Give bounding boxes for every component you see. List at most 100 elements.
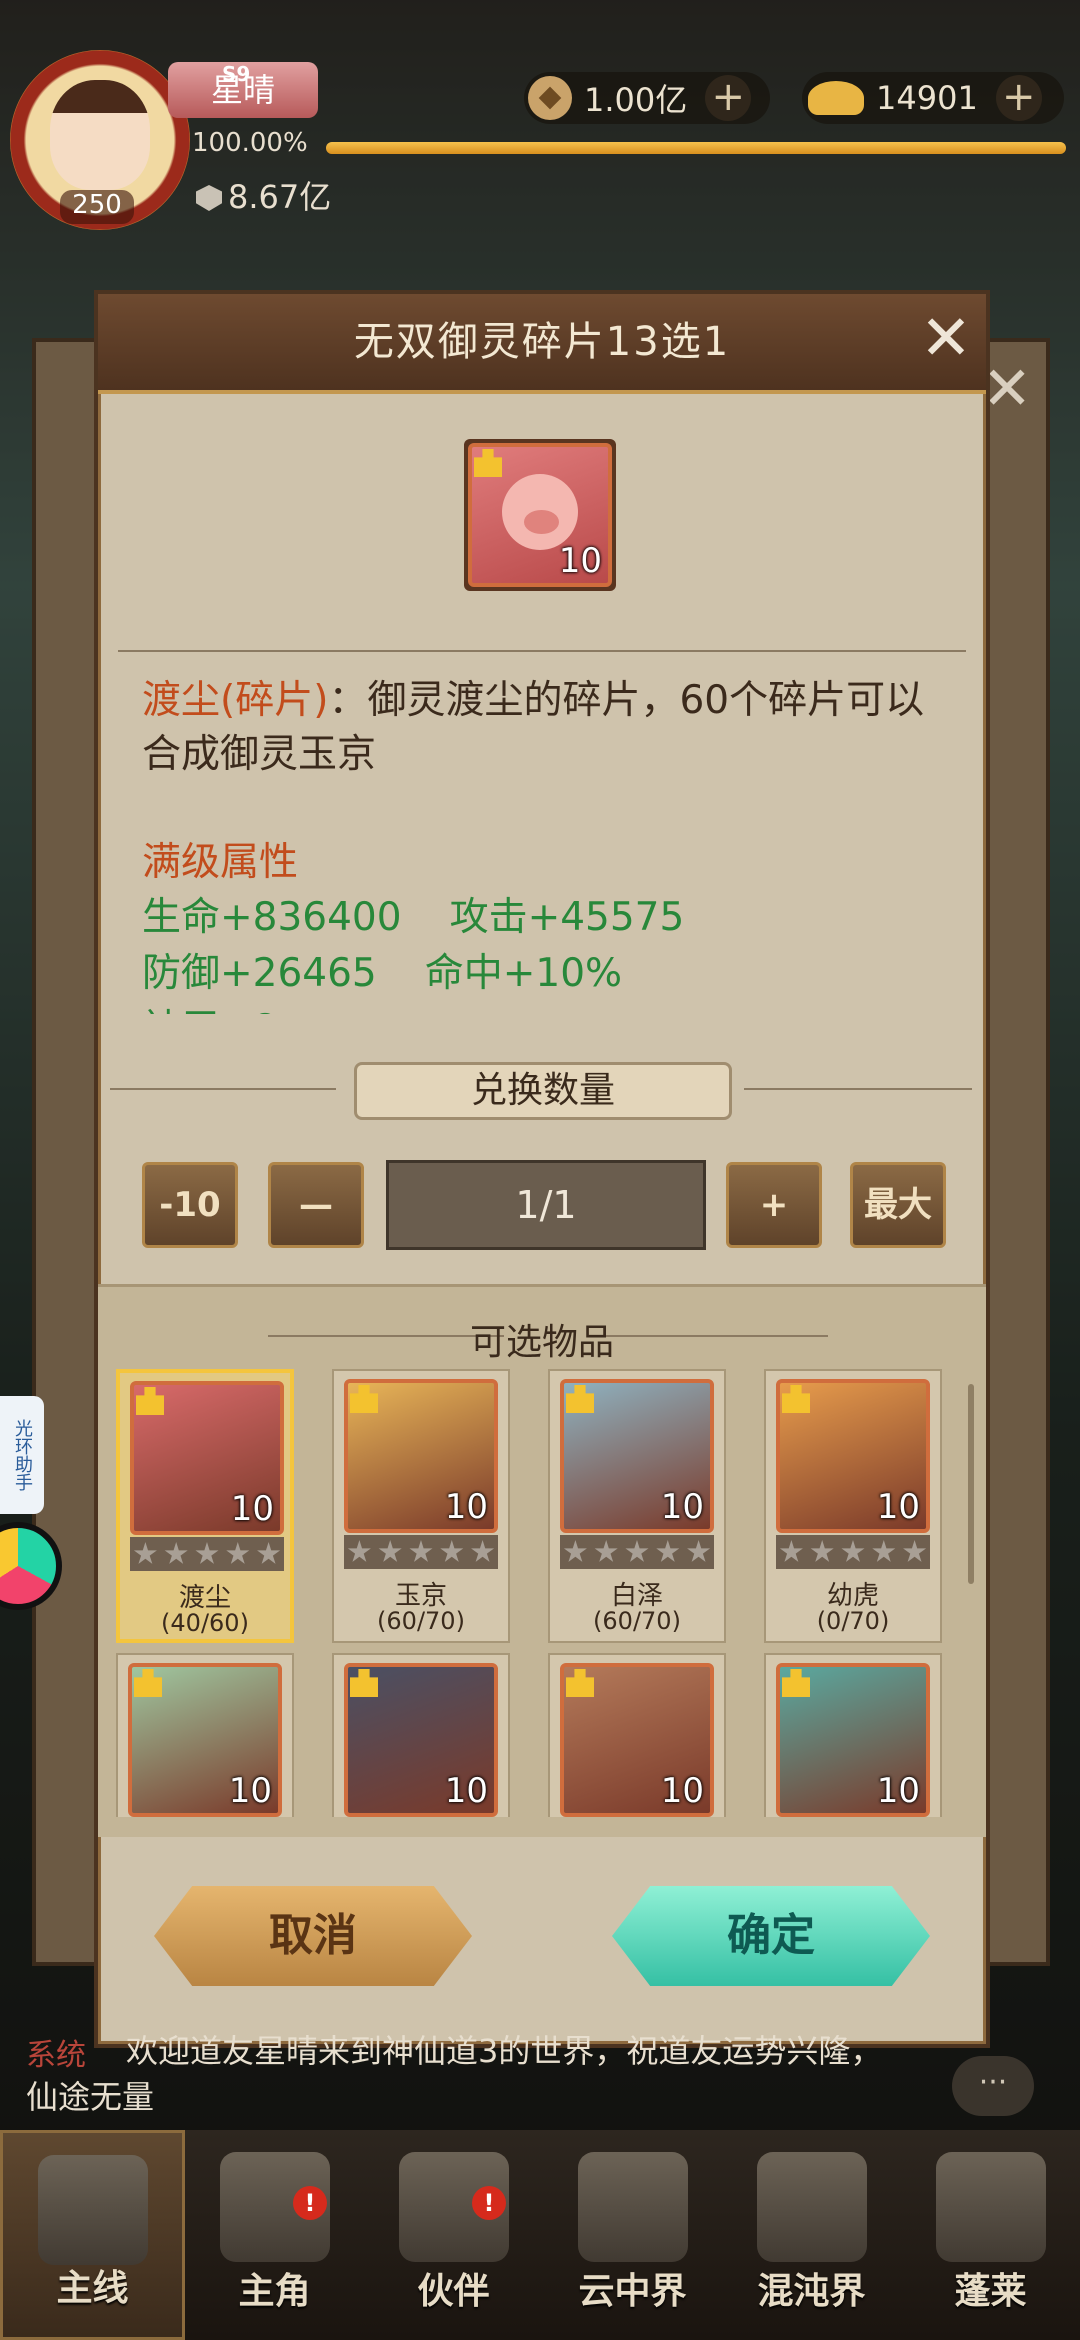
item-slot[interactable]: 10 白泽 (60/70) bbox=[548, 1369, 726, 1643]
star-icon bbox=[779, 1540, 803, 1562]
combat-power-value: 8.67亿 bbox=[228, 178, 332, 216]
notification-badge: ! bbox=[472, 2186, 506, 2220]
nav-item[interactable]: ! 主角 bbox=[185, 2130, 364, 2340]
nav-item[interactable]: 混沌界 bbox=[722, 2130, 901, 2340]
item-slot[interactable]: 10 玉京 (60/70) bbox=[332, 1369, 510, 1643]
cancel-button[interactable]: 取消 bbox=[154, 1886, 472, 1986]
stat-row: 防御+26465 命中+10% bbox=[142, 946, 942, 1002]
fragment-icon bbox=[350, 1669, 378, 1697]
star-icon bbox=[471, 1540, 495, 1562]
star-icon bbox=[872, 1540, 896, 1562]
star-icon bbox=[841, 1540, 865, 1562]
combat-power: 8.67亿 bbox=[196, 172, 331, 218]
ingot-value: 14901 bbox=[876, 79, 978, 117]
item-slot[interactable]: 10 bbox=[116, 1653, 294, 1817]
star-icon bbox=[440, 1540, 464, 1562]
stat-row: 生命+836400 攻击+45575 bbox=[142, 890, 942, 946]
nav-label: 主线 bbox=[56, 2268, 129, 2309]
full-level-heading: 满级属性 bbox=[142, 840, 299, 885]
quantity-divider-right bbox=[744, 1088, 972, 1090]
plus-button[interactable]: + bbox=[726, 1162, 822, 1248]
ingot-counter: 14901 + bbox=[802, 72, 1064, 124]
star-rating bbox=[344, 1535, 498, 1569]
nav-label: 伙伴 bbox=[417, 2271, 490, 2312]
item-card: 10 bbox=[130, 1381, 284, 1535]
fragment-icon bbox=[350, 1385, 378, 1413]
nav-label: 混沌界 bbox=[757, 2271, 866, 2312]
star-icon bbox=[687, 1540, 711, 1562]
side-helper-tab[interactable]: 光环助手 bbox=[0, 1396, 44, 1514]
fragment-icon bbox=[782, 1669, 810, 1697]
nav-item[interactable]: ! 伙伴 bbox=[364, 2130, 543, 2340]
description-text: 渡尘(碎片)：御灵渡尘的碎片，60个碎片可以合成御灵玉京 bbox=[142, 674, 942, 782]
item-progress: (60/70) bbox=[377, 1607, 465, 1635]
item-progress: (0/70) bbox=[816, 1607, 890, 1635]
nav-item[interactable]: 主线 bbox=[0, 2130, 185, 2340]
confirm-button[interactable]: 确定 bbox=[612, 1886, 930, 1986]
quantity-label: 兑换数量 bbox=[354, 1062, 732, 1120]
star-icon bbox=[226, 1542, 250, 1564]
nav-label: 云中界 bbox=[578, 2271, 687, 2312]
chat-bar[interactable]: 系统 欢迎道友星晴来到神仙道3的世界，祝道友运势兴隆，仙途无量 ··· bbox=[0, 2020, 1080, 2130]
grid-scrollbar[interactable] bbox=[968, 1384, 974, 1584]
nav-emblem-icon bbox=[577, 2152, 688, 2262]
star-rating bbox=[560, 1535, 714, 1569]
coin-counter: 1.00亿 + bbox=[524, 72, 770, 124]
star-icon bbox=[656, 1540, 680, 1562]
item-slot[interactable]: 10 幼虎 (0/70) bbox=[764, 1369, 942, 1643]
modal-header: 无双御灵碎片13选1 ✕ bbox=[98, 294, 986, 394]
star-rating bbox=[776, 1535, 930, 1569]
power-icon bbox=[196, 185, 222, 211]
item-progress: (60/70) bbox=[593, 1607, 681, 1635]
ingot-icon bbox=[808, 81, 864, 115]
item-name: 渡尘(碎片) bbox=[142, 678, 329, 723]
vip-tag: S9 bbox=[222, 62, 251, 86]
item-count: 10 bbox=[230, 1489, 274, 1529]
item-portrait-icon: 10 bbox=[344, 1379, 498, 1533]
modal-title: 无双御灵碎片13选1 bbox=[353, 319, 731, 365]
fragment-icon bbox=[782, 1385, 810, 1413]
item-slot[interactable]: 10 渡尘 (40/60) bbox=[116, 1369, 294, 1643]
item-portrait-icon: 10 bbox=[344, 1663, 498, 1817]
item-slot[interactable]: 10 bbox=[332, 1653, 510, 1817]
notification-badge: ! bbox=[293, 2186, 327, 2220]
item-card: 10 bbox=[128, 1663, 282, 1817]
fragment-icon bbox=[566, 1669, 594, 1697]
stat-list: 生命+836400 攻击+45575 防御+26465 命中+10% 神甲+8 bbox=[142, 890, 942, 1014]
selectable-title: 可选物品 bbox=[469, 1322, 614, 1363]
item-portrait-icon: 10 bbox=[560, 1379, 714, 1533]
chat-icon[interactable]: ··· bbox=[952, 2056, 1034, 2116]
stat-row: 神甲+8 bbox=[142, 1002, 942, 1014]
quantity-value[interactable]: 1/1 bbox=[386, 1160, 706, 1250]
add-ingots-button[interactable]: + bbox=[995, 75, 1042, 121]
item-card: 10 bbox=[344, 1663, 498, 1817]
star-icon bbox=[409, 1540, 433, 1562]
close-icon[interactable]: ✕ bbox=[916, 307, 976, 369]
nav-emblem-icon bbox=[756, 2152, 867, 2262]
item-count: 10 bbox=[876, 1487, 920, 1527]
item-card: 10 bbox=[776, 1663, 930, 1817]
item-count: 10 bbox=[876, 1771, 920, 1811]
item-count: 10 bbox=[444, 1771, 488, 1811]
nav-item[interactable]: 蓬莱 bbox=[901, 2130, 1080, 2340]
item-slot[interactable]: 10 bbox=[764, 1653, 942, 1817]
fragment-icon bbox=[136, 1387, 164, 1415]
item-slot[interactable]: 10 bbox=[548, 1653, 726, 1817]
item-description: 渡尘(碎片)：御灵渡尘的碎片，60个碎片可以合成御灵玉京 满级属性 生命+836… bbox=[142, 674, 942, 1014]
avatar-face-icon bbox=[50, 80, 150, 190]
max-button[interactable]: 最大 bbox=[850, 1162, 946, 1248]
star-icon bbox=[563, 1540, 587, 1562]
minus-ten-button[interactable]: -10 bbox=[142, 1162, 238, 1248]
star-icon bbox=[378, 1540, 402, 1562]
stat-value: 命中+10% bbox=[424, 951, 623, 996]
nav-item[interactable]: 云中界 bbox=[543, 2130, 722, 2340]
bottom-nav: 主线 ! 主角! 伙伴 云中界 混沌界 蓬莱 bbox=[0, 2130, 1080, 2340]
fragment-icon bbox=[134, 1669, 162, 1697]
star-icon bbox=[903, 1540, 927, 1562]
minus-button[interactable]: — bbox=[268, 1162, 364, 1248]
item-count: 10 bbox=[444, 1487, 488, 1527]
fragment-icon bbox=[474, 449, 502, 477]
item-card: 10 bbox=[344, 1379, 498, 1533]
exchange-modal: 无双御灵碎片13选1 ✕ 10 渡尘(碎片)：御灵渡尘的碎片，60个碎片可以合成… bbox=[94, 290, 990, 2048]
add-coins-button[interactable]: + bbox=[705, 75, 752, 121]
